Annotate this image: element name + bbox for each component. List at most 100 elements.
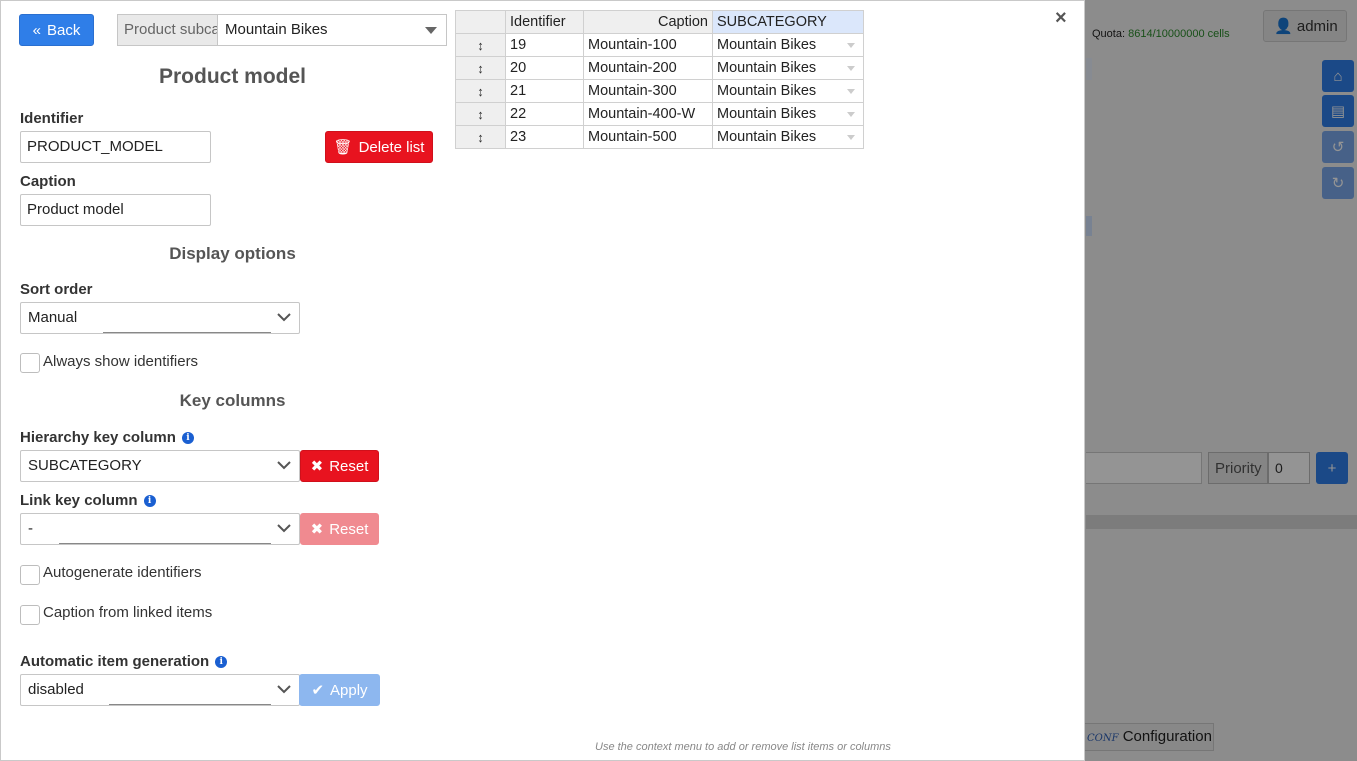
select-underline — [109, 704, 271, 705]
info-icon[interactable]: i — [143, 494, 156, 507]
identifier-input[interactable]: PRODUCT_MODEL — [20, 131, 211, 163]
info-icon[interactable]: i — [181, 431, 194, 444]
dropdown-arrow-icon[interactable] — [847, 112, 855, 117]
dropdown-arrow-icon[interactable] — [847, 135, 855, 140]
cell-identifier[interactable]: 20 — [505, 56, 584, 80]
list-editor-modal: × « Back Product subcategory Mountain Bi… — [0, 0, 1085, 761]
back-label: Back — [46, 21, 81, 39]
select-underline — [103, 332, 271, 333]
x-icon: ✖ — [310, 458, 324, 475]
cell-subcategory[interactable]: Mountain Bikes — [712, 79, 864, 103]
page-title: Product model — [158, 65, 306, 88]
dropdown-arrow-icon[interactable] — [847, 43, 855, 48]
table-row: ↕ 19 Mountain-100 Mountain Bikes — [455, 33, 864, 57]
double-chevron-left-icon: « — [32, 21, 41, 39]
cell-subcategory-value: Mountain Bikes — [717, 106, 817, 122]
chevron-down-icon — [277, 524, 291, 533]
auto-gen-select[interactable]: disabled — [20, 674, 300, 706]
link-key-value: - — [28, 520, 33, 537]
cell-subcategory[interactable]: Mountain Bikes — [712, 125, 864, 149]
caret-down-icon — [425, 27, 437, 34]
table-row: ↕ 23 Mountain-500 Mountain Bikes — [455, 125, 864, 149]
reset-label: Reset — [329, 457, 369, 475]
breadcrumb-label: Product subcategory — [117, 14, 218, 46]
column-header-identifier[interactable]: Identifier — [505, 10, 584, 34]
column-header-caption[interactable]: Caption — [583, 10, 713, 34]
cell-subcategory-value: Mountain Bikes — [717, 60, 817, 76]
x-icon: ✖ — [310, 521, 324, 538]
hierarchy-key-label-row: Hierarchy key column i — [20, 429, 194, 446]
trash-icon: 🗑 — [333, 139, 353, 156]
drag-handle-icon[interactable]: ↕ — [455, 56, 506, 80]
chevron-down-icon — [277, 461, 291, 470]
breadcrumb-value: Mountain Bikes — [225, 21, 328, 38]
autogenerate-checkbox[interactable] — [20, 565, 40, 585]
caption-linked-label: Caption from linked items — [43, 604, 213, 621]
always-show-ids-label: Always show identifiers — [43, 353, 199, 370]
drag-handle-icon[interactable]: ↕ — [455, 79, 506, 103]
cell-subcategory-value: Mountain Bikes — [717, 129, 817, 145]
table-row: ↕ 21 Mountain-300 Mountain Bikes — [455, 79, 864, 103]
hierarchy-key-select[interactable]: SUBCATEGORY — [20, 450, 300, 482]
caption-input[interactable]: Product model — [20, 194, 211, 226]
hierarchy-key-value: SUBCATEGORY — [28, 457, 142, 474]
drag-handle-icon[interactable]: ↕ — [455, 102, 506, 126]
display-options-title: Display options — [169, 244, 296, 263]
drag-handle-icon[interactable]: ↕ — [455, 125, 506, 149]
info-icon[interactable]: i — [215, 655, 228, 668]
auto-gen-label: Automatic item generation — [20, 653, 210, 670]
cell-caption[interactable]: Mountain-200 — [583, 56, 713, 80]
cell-identifier[interactable]: 23 — [505, 125, 584, 149]
apply-button[interactable]: ✔ Apply — [299, 674, 380, 706]
cell-identifier[interactable]: 22 — [505, 102, 584, 126]
link-key-label: Link key column — [20, 492, 138, 509]
dropdown-arrow-icon[interactable] — [847, 66, 855, 71]
select-underline — [59, 543, 271, 544]
delete-list-button[interactable]: 🗑 Delete list — [325, 131, 433, 163]
auto-gen-value: disabled — [28, 681, 84, 698]
link-reset-button[interactable]: ✖ Reset — [300, 513, 379, 545]
cell-caption[interactable]: Mountain-100 — [583, 33, 713, 57]
table-row: ↕ 22 Mountain-400-W Mountain Bikes — [455, 102, 864, 126]
back-button[interactable]: « Back — [19, 14, 94, 46]
cell-caption[interactable]: Mountain-300 — [583, 79, 713, 103]
check-icon: ✔ — [311, 682, 325, 699]
cell-subcategory[interactable]: Mountain Bikes — [712, 56, 864, 80]
always-show-ids-checkbox[interactable] — [20, 353, 40, 373]
auto-gen-label-row: Automatic item generation i — [20, 653, 228, 670]
reset-label: Reset — [329, 520, 369, 538]
grid-header-row: Identifier Caption SUBCATEGORY — [455, 10, 864, 34]
chevron-down-icon — [277, 313, 291, 322]
apply-label: Apply — [330, 681, 368, 699]
delete-list-label: Delete list — [358, 138, 425, 156]
hierarchy-reset-button[interactable]: ✖ Reset — [300, 450, 379, 482]
column-header-subcategory[interactable]: SUBCATEGORY — [712, 10, 864, 34]
cell-caption[interactable]: Mountain-500 — [583, 125, 713, 149]
link-key-label-row: Link key column i — [20, 492, 156, 509]
cell-identifier[interactable]: 21 — [505, 79, 584, 103]
cell-subcategory[interactable]: Mountain Bikes — [712, 102, 864, 126]
key-columns-title: Key columns — [179, 391, 286, 410]
caption-linked-checkbox[interactable] — [20, 605, 40, 625]
list-items-grid: Identifier Caption SUBCATEGORY ↕ 19 Moun… — [455, 10, 864, 149]
drag-handle-icon[interactable]: ↕ — [455, 33, 506, 57]
hierarchy-key-label: Hierarchy key column — [20, 429, 176, 446]
cell-subcategory-value: Mountain Bikes — [717, 37, 817, 53]
autogenerate-label: Autogenerate identifiers — [43, 564, 202, 581]
cell-subcategory[interactable]: Mountain Bikes — [712, 33, 864, 57]
grid-corner-cell[interactable] — [455, 10, 506, 34]
cell-caption[interactable]: Mountain-400-W — [583, 102, 713, 126]
cell-identifier[interactable]: 19 — [505, 33, 584, 57]
context-menu-hint: Use the context menu to add or remove li… — [595, 741, 891, 753]
identifier-label: Identifier — [20, 110, 84, 127]
close-icon[interactable]: × — [1055, 7, 1067, 30]
sort-order-select[interactable]: Manual — [20, 302, 300, 334]
caption-label: Caption — [20, 173, 76, 190]
breadcrumb-select[interactable]: Mountain Bikes — [217, 14, 447, 46]
dropdown-arrow-icon[interactable] — [847, 89, 855, 94]
chevron-down-icon — [277, 685, 291, 694]
sort-order-label: Sort order — [20, 281, 93, 298]
table-row: ↕ 20 Mountain-200 Mountain Bikes — [455, 56, 864, 80]
sort-order-value: Manual — [28, 309, 78, 326]
link-key-select[interactable]: - — [20, 513, 300, 545]
